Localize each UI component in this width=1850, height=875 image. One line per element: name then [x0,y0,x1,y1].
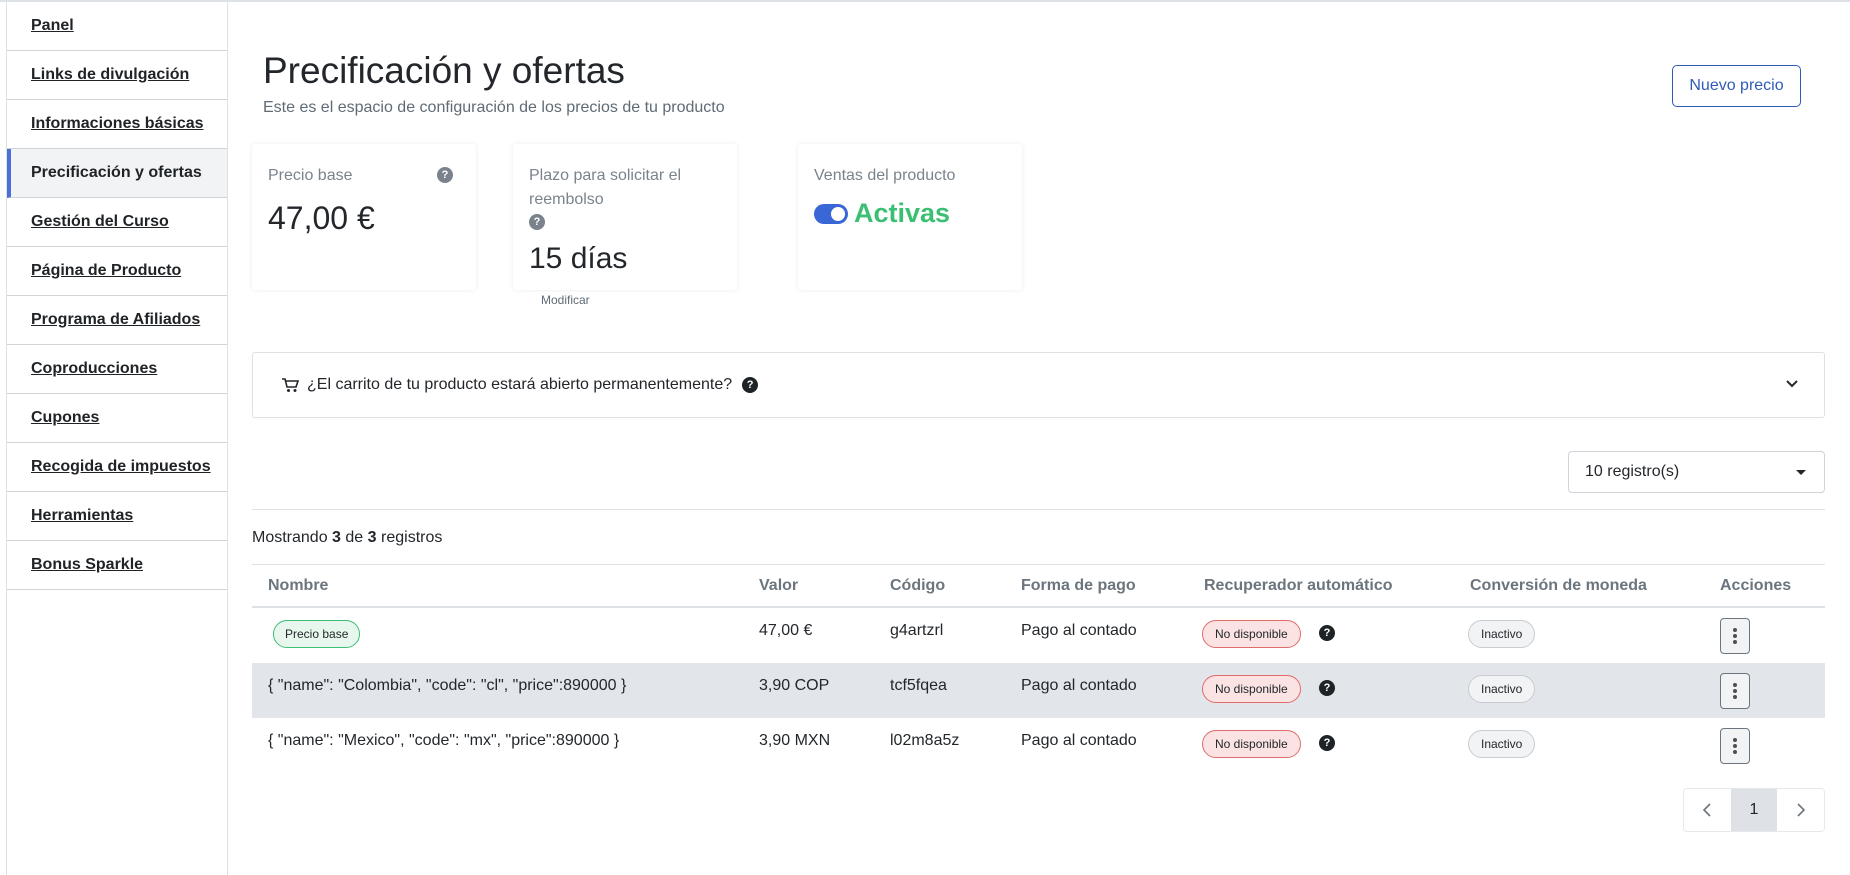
row-payment: Pago al contado [1021,622,1137,639]
col-name[interactable]: Nombre [268,577,328,595]
sales-card: Ventas del producto Activas [798,144,1022,290]
chevron-left-icon [1703,803,1711,817]
main-content: Precificación y ofertas Este es el espac… [228,2,1850,875]
sidebar-item-basic-info[interactable]: Informaciones básicas [7,100,227,149]
conversion-badge: Inactivo [1468,620,1536,648]
row-payment: Pago al contado [1021,677,1137,694]
records-prefix: Mostrando [252,529,328,546]
pagination: 1 [1683,788,1825,832]
base-price-value: 47,00 € [268,200,375,236]
row-value: 3,90 COP [759,677,830,694]
sidebar-item-tools[interactable]: Herramientas [7,492,227,541]
records-mid: de [345,529,364,546]
sidebar-item-coproductions[interactable]: Coproducciones [7,345,227,394]
refund-value: 15 días [529,242,628,275]
base-price-badge: Precio base [273,620,361,648]
conversion-badge: Inactivo [1468,730,1536,758]
prices-table: Nombre Valor Código Forma de pago Recupe… [252,564,1825,773]
refund-label: Plazo para solicitar el reembolso [529,167,682,208]
records-suffix: registros [381,529,443,546]
chevron-down-icon [1786,380,1798,388]
base-price-card: Precio base ? 47,00 € [252,144,476,290]
page-size-select[interactable]: 10 registro(s) [1568,451,1825,493]
sidebar-item-bonus[interactable]: Bonus Sparkle [7,541,227,590]
sidebar-item-course[interactable]: Gestión del Curso [7,198,227,247]
row-code: l02m8a5z [890,732,960,749]
next-page-button[interactable] [1777,789,1824,831]
help-icon[interactable]: ? [1319,625,1335,641]
sales-label: Ventas del producto [814,167,956,184]
base-price-label: Precio base [268,167,353,184]
row-value: 3,90 MXN [759,732,831,749]
sidebar-item-panel[interactable]: Panel [7,2,227,51]
page-subtitle: Este es el espacio de configuración de l… [263,99,725,116]
help-icon[interactable]: ? [742,377,759,393]
chevron-right-icon [1797,803,1805,817]
sales-toggle[interactable] [814,204,848,224]
help-icon[interactable]: ? [1319,735,1335,751]
cart-question: ¿El carrito de tu producto estará abiert… [307,376,733,393]
recovery-badge: No disponible [1202,730,1301,758]
refund-card: Plazo para solicitar el reembolso ? 15 d… [513,144,737,290]
new-price-button[interactable]: Nuevo precio [1672,65,1801,107]
row-actions-button[interactable] [1720,618,1750,654]
page-size-value: 10 registro(s) [1585,463,1680,480]
caret-down-icon [1796,470,1806,475]
row-actions-button[interactable] [1720,728,1750,764]
help-icon[interactable]: ? [437,167,453,183]
row-value: 47,00 € [759,622,813,639]
page-title: Precificación y ofertas [263,50,625,91]
sidebar-item-taxes[interactable]: Recogida de impuestos [7,443,227,492]
sidebar-item-product-page[interactable]: Página de Producto [7,247,227,296]
sidebar-item-links[interactable]: Links de divulgación [7,51,227,100]
page-number-current[interactable]: 1 [1730,789,1778,831]
table-row[interactable]: { "name": "Mexico", "code": "mx", "price… [252,718,1825,773]
sidebar-item-affiliates[interactable]: Programa de Afiliados [7,296,227,345]
col-actions: Acciones [1720,577,1792,594]
table-row[interactable]: Precio base 47,00 € g4artzrl Pago al con… [252,608,1825,663]
col-payment[interactable]: Forma de pago [1021,577,1136,595]
row-code: tcf5fqea [890,677,947,694]
row-actions-button[interactable] [1720,673,1750,709]
row-name: { "name": "Colombia", "code": "cl", "pri… [268,677,627,694]
cart-open-accordion[interactable]: ¿El carrito de tu producto estará abiert… [252,352,1825,418]
conversion-badge: Inactivo [1468,675,1536,703]
records-shown: 3 [332,529,341,546]
sidebar-item-pricing[interactable]: Precificación y ofertas [7,149,227,198]
col-value[interactable]: Valor [759,577,798,595]
recovery-badge: No disponible [1202,675,1301,703]
help-icon[interactable]: ? [1319,680,1335,696]
col-code[interactable]: Código [890,577,945,595]
table-header: Nombre Valor Código Forma de pago Recupe… [252,564,1825,608]
modify-refund-link[interactable]: Modificar [541,293,590,307]
col-recovery[interactable]: Recuperador automático [1204,577,1392,595]
col-conversion[interactable]: Conversión de moneda [1470,577,1647,595]
cart-icon [282,378,299,392]
sales-status: Activas [854,198,951,228]
row-code: g4artzrl [890,622,944,639]
help-icon[interactable]: ? [529,214,545,230]
records-total: 3 [367,529,377,546]
table-row[interactable]: { "name": "Colombia", "code": "cl", "pri… [252,663,1825,718]
row-name: { "name": "Mexico", "code": "mx", "price… [268,732,620,749]
row-payment: Pago al contado [1021,732,1137,749]
sidebar: Panel Links de divulgación Informaciones… [6,2,228,875]
recovery-badge: No disponible [1202,620,1301,648]
prev-page-button[interactable] [1684,789,1731,831]
divider [252,509,1825,510]
records-count: Mostrando 3 de 3 registros [252,529,442,547]
sidebar-item-coupons[interactable]: Cupones [7,394,227,443]
